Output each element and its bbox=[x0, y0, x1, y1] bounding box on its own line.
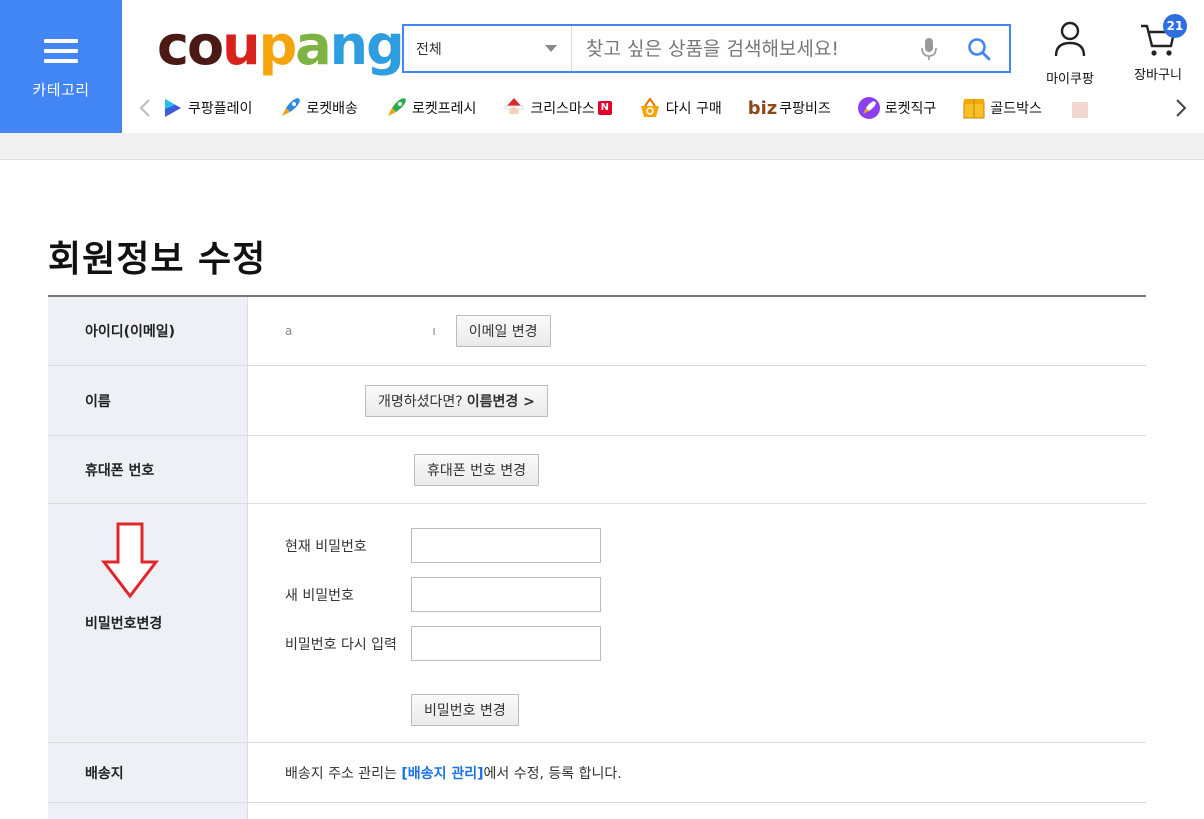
nav-item-label: 쿠팡플레이 bbox=[188, 101, 253, 117]
row-password: 비밀번호변경 현재 비밀번호 새 비밀번호 비밀번호 다시 입력 비밀번호 변경 bbox=[48, 504, 1146, 743]
shipping-text-pre: 배송지 주소 관리는 bbox=[285, 765, 397, 782]
id-value-end: ı bbox=[432, 324, 436, 338]
id-value-start: a bbox=[285, 324, 293, 338]
shopping-bag-icon bbox=[1068, 96, 1092, 120]
cart-count-badge: 21 bbox=[1163, 14, 1187, 38]
nav-item-rocket-fresh[interactable]: 로켓프레시 bbox=[384, 96, 476, 120]
nav-item-label: 크리스마스 bbox=[530, 101, 595, 117]
shipping-manage-link[interactable]: [배송지 관리] bbox=[401, 763, 483, 783]
nav-item-label: 로켓직구 bbox=[884, 101, 937, 117]
rocket-fresh-icon bbox=[384, 96, 408, 120]
mic-icon[interactable] bbox=[909, 26, 949, 71]
nav-item-rebuy[interactable]: 다시 구매 bbox=[638, 96, 722, 120]
page-title: 회원정보 수정 bbox=[48, 239, 267, 280]
current-password-input[interactable] bbox=[411, 528, 601, 563]
nav-item-coupang-biz[interactable]: biz 쿠팡비즈 bbox=[748, 98, 831, 119]
email-change-button[interactable]: 이메일 변경 bbox=[455, 315, 551, 347]
rename-button[interactable]: 개명하셨다면? 이름변경 > bbox=[365, 384, 548, 417]
next-row-label bbox=[48, 803, 248, 819]
new-password-label: 새 비밀번호 bbox=[285, 587, 354, 604]
nav-item-label: 골드박스 bbox=[990, 101, 1042, 117]
row-name: 이름 개명하셨다면? 이름변경 > bbox=[48, 366, 1146, 436]
arrow-down-icon bbox=[100, 522, 160, 599]
nav-item-partial[interactable] bbox=[1068, 96, 1096, 120]
row-next bbox=[48, 803, 1146, 819]
nav-item-label: 로켓프레시 bbox=[411, 101, 477, 117]
rocket-icon bbox=[278, 96, 302, 120]
biz-icon: biz bbox=[747, 97, 778, 119]
nav-item-goldbox[interactable]: 골드박스 bbox=[962, 96, 1042, 120]
new-badge: N bbox=[597, 101, 612, 115]
shipping-text-post: 에서 수정, 등록 합니다. bbox=[483, 765, 622, 782]
phone-label: 휴대폰 번호 bbox=[48, 436, 248, 503]
nav-item-label: 로켓배송 bbox=[306, 101, 358, 117]
new-password-input[interactable] bbox=[411, 577, 601, 612]
user-icon bbox=[1054, 21, 1086, 57]
santa-icon bbox=[502, 96, 526, 120]
cart-label: 장바구니 bbox=[1134, 68, 1182, 83]
category-label: 카테고리 bbox=[32, 81, 90, 99]
row-phone: 휴대폰 번호 휴대폰 번호 변경 bbox=[48, 436, 1146, 504]
search-icon[interactable] bbox=[949, 26, 1009, 71]
nav-prev-button[interactable] bbox=[134, 90, 156, 126]
id-label: 아이디(이메일) bbox=[48, 297, 248, 365]
phone-change-button[interactable]: 휴대폰 번호 변경 bbox=[414, 453, 540, 486]
my-coupang-button[interactable]: 마이쿠팡 bbox=[1032, 20, 1108, 87]
member-info-form: 아이디(이메일) a ı 이메일 변경 이름 개명하셨다면? 이름변경 > 휴대… bbox=[48, 295, 1146, 819]
nav-next-button[interactable] bbox=[1170, 90, 1192, 126]
row-id: 아이디(이메일) a ı 이메일 변경 bbox=[48, 297, 1146, 366]
name-label: 이름 bbox=[48, 366, 248, 435]
nav-item-coupang-play[interactable]: 쿠팡플레이 bbox=[160, 96, 252, 120]
nav-item-label: 쿠팡비즈 bbox=[779, 101, 831, 117]
category-button[interactable]: 카테고리 bbox=[0, 0, 122, 133]
rocket-global-icon bbox=[857, 96, 881, 120]
quick-nav: 쿠팡플레이 로켓배송 로켓프레시 크리스마스 N 다시 구매 biz 쿠팡비즈 … bbox=[134, 90, 1204, 126]
rename-button-bold: 이름변경 > bbox=[466, 393, 535, 410]
change-password-button[interactable]: 비밀번호 변경 bbox=[411, 694, 519, 726]
chevron-left-icon bbox=[139, 99, 150, 117]
shipping-label: 배송지 bbox=[48, 743, 248, 802]
coupang-logo[interactable]: coupang bbox=[157, 16, 405, 76]
search-category-value: 전체 bbox=[416, 41, 442, 58]
rename-button-text: 개명하셨다면? bbox=[378, 393, 463, 410]
play-icon bbox=[160, 96, 184, 120]
nav-item-rocket-global[interactable]: 로켓직구 bbox=[857, 96, 937, 120]
cart-button[interactable]: 21 장바구니 bbox=[1120, 14, 1196, 83]
search-input[interactable] bbox=[572, 26, 909, 71]
row-shipping: 배송지 배송지 주소 관리는 [배송지 관리] 에서 수정, 등록 합니다. bbox=[48, 743, 1146, 803]
chevron-down-icon bbox=[545, 45, 557, 52]
nav-item-label: 다시 구매 bbox=[665, 101, 722, 117]
hamburger-icon bbox=[44, 39, 78, 65]
header-divider bbox=[0, 133, 1204, 160]
chevron-right-icon bbox=[1176, 99, 1187, 117]
my-coupang-label: 마이쿠팡 bbox=[1046, 72, 1094, 87]
goldbox-icon bbox=[962, 96, 986, 120]
nav-item-christmas[interactable]: 크리스마스 N bbox=[502, 96, 612, 120]
current-password-label: 현재 비밀번호 bbox=[285, 538, 367, 555]
confirm-password-input[interactable] bbox=[411, 626, 601, 661]
confirm-password-label: 비밀번호 다시 입력 bbox=[285, 636, 397, 653]
search-category-select[interactable]: 전체 bbox=[404, 26, 572, 71]
search-box: 전체 bbox=[402, 24, 1011, 73]
basket-icon bbox=[638, 96, 662, 120]
nav-item-rocket-delivery[interactable]: 로켓배송 bbox=[278, 96, 358, 120]
password-label: 비밀번호변경 bbox=[85, 616, 163, 632]
password-section: 비밀번호변경 bbox=[48, 504, 248, 742]
